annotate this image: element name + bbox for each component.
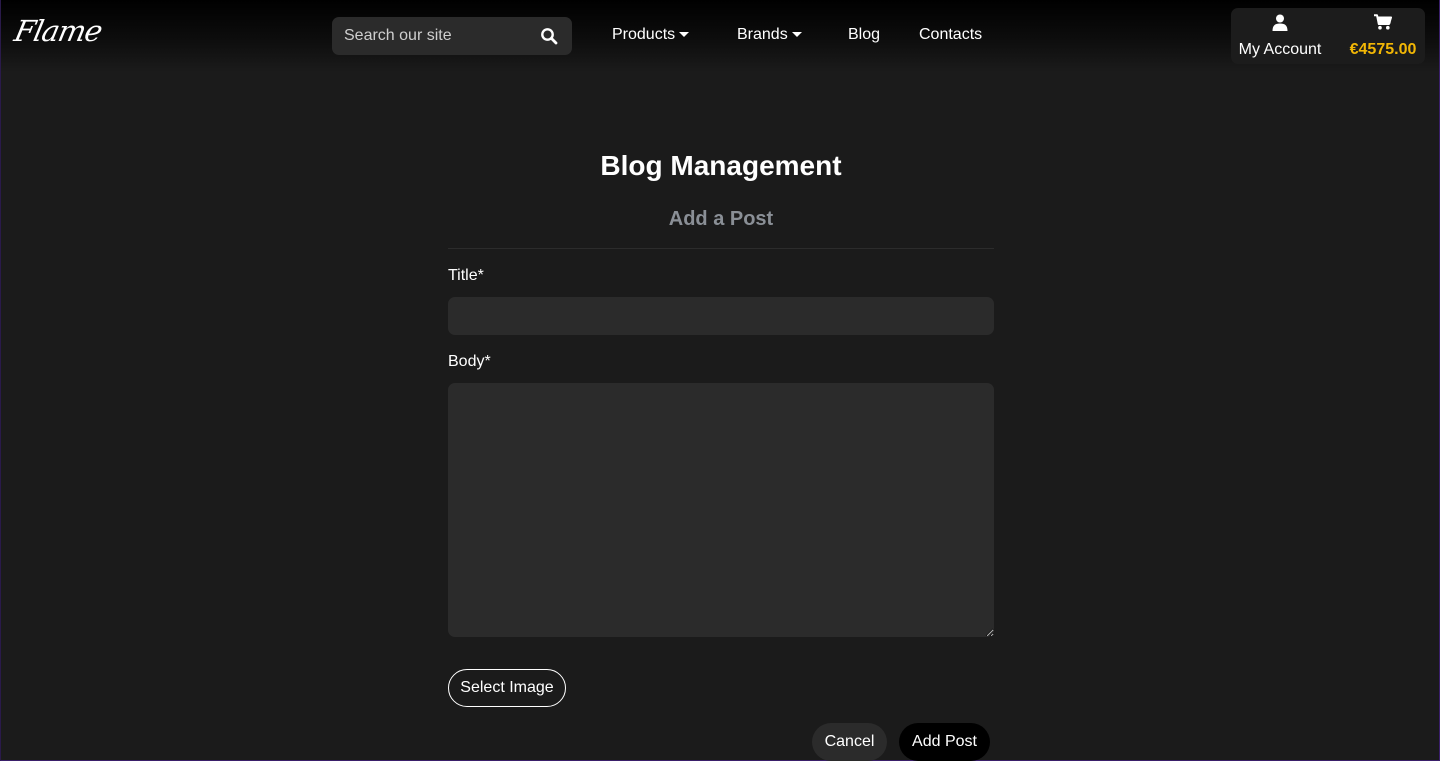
my-account-label: My Account — [1238, 41, 1322, 58]
cart-icon — [1374, 14, 1392, 35]
divider — [448, 248, 994, 249]
cart-link[interactable]: €4575.00 — [1343, 8, 1423, 64]
page-title: Blog Management — [600, 150, 842, 181]
nav-brands[interactable]: Brands — [737, 26, 802, 46]
cart-total: €4575.00 — [1349, 41, 1417, 58]
caret-down-icon — [679, 32, 690, 38]
select-image-button[interactable]: Select Image — [448, 669, 566, 707]
nav-products-label: Products — [612, 26, 676, 43]
my-account-link[interactable]: My Account — [1231, 8, 1329, 64]
search-bar — [332, 17, 572, 55]
site-logo[interactable]: Flame — [11, 14, 105, 48]
account-cart-box: My Account €4575.00 — [1231, 8, 1425, 64]
nav-blog[interactable]: Blog — [848, 26, 880, 46]
title-input[interactable] — [448, 297, 994, 335]
nav-brands-label: Brands — [737, 26, 788, 43]
cancel-button[interactable]: Cancel — [812, 723, 887, 761]
body-label: Body* — [448, 353, 491, 370]
title-label: Title* — [448, 267, 484, 284]
user-icon — [1272, 14, 1288, 36]
search-input[interactable] — [332, 17, 532, 55]
site-header: Flame Products Brands Blog Contacts — [1, 0, 1439, 72]
search-icon[interactable] — [540, 27, 558, 45]
caret-down-icon — [791, 32, 802, 38]
page: Flame Products Brands Blog Contacts — [0, 0, 1440, 761]
nav-contacts[interactable]: Contacts — [919, 26, 982, 46]
nav-products[interactable]: Products — [612, 26, 690, 46]
page-subtitle: Add a Post — [668, 208, 774, 230]
body-textarea[interactable] — [448, 383, 994, 637]
add-post-button[interactable]: Add Post — [899, 723, 990, 761]
